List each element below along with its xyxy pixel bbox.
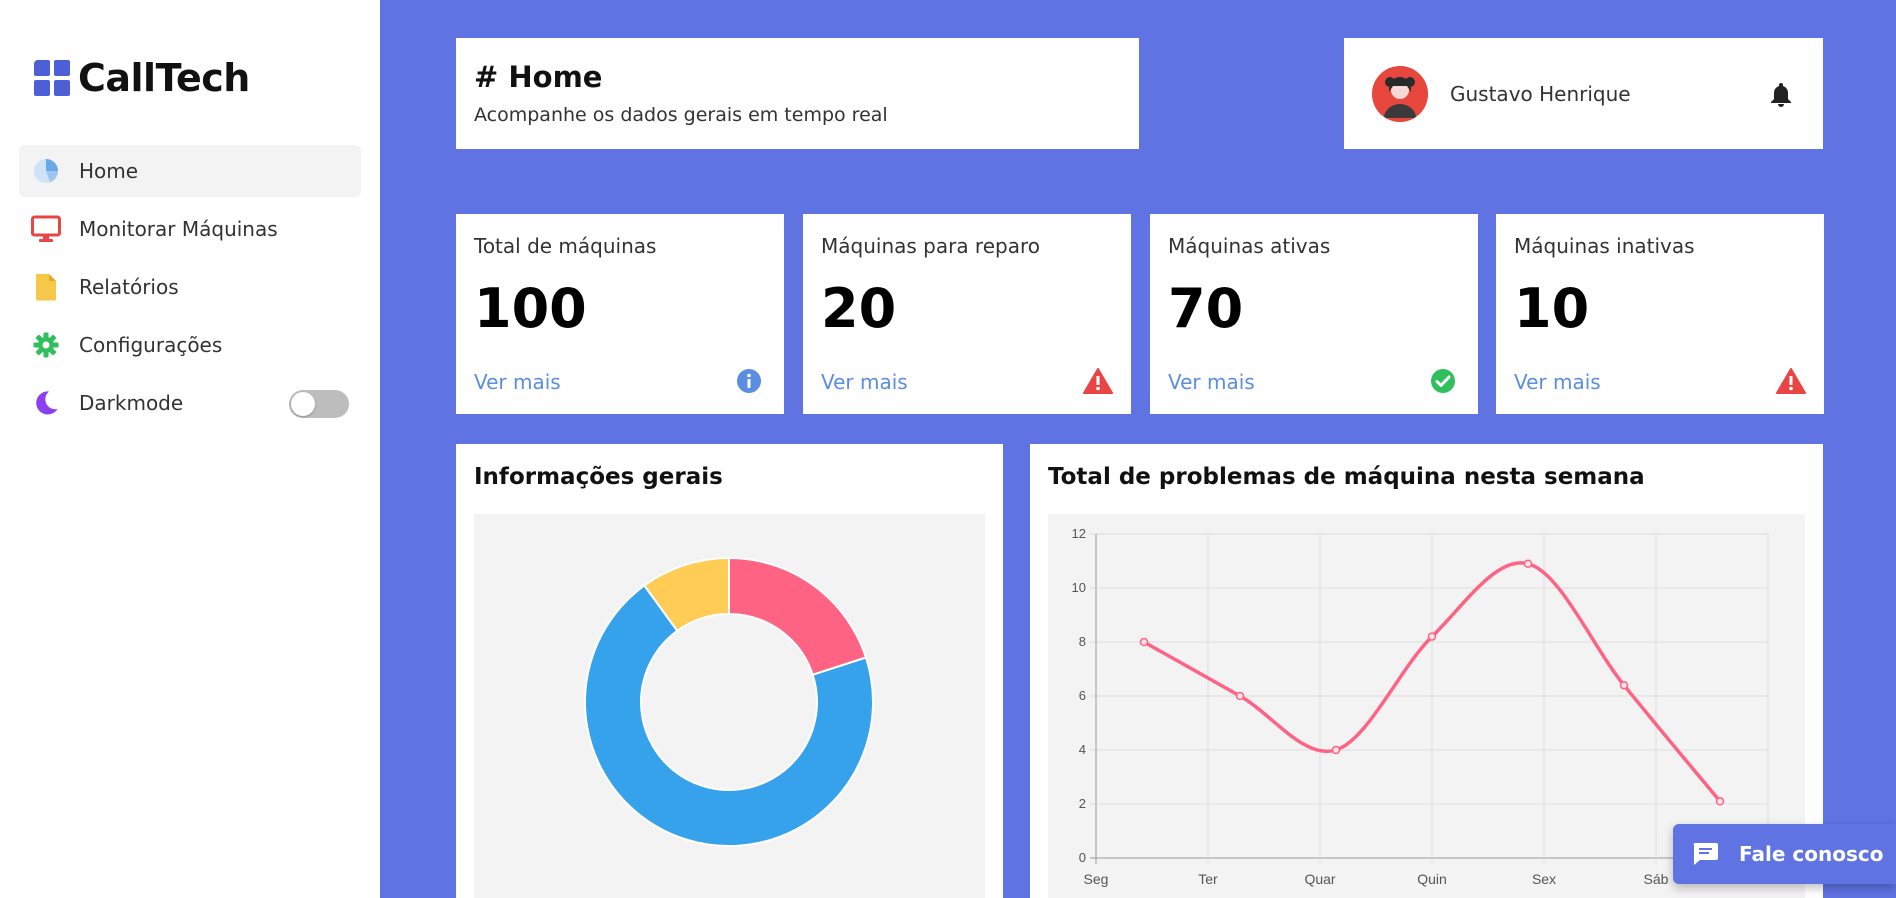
y-tick-label: 8 [1079,634,1086,649]
x-tick-label: Sex [1532,871,1556,887]
panel-title: Informações gerais [474,464,723,490]
monitor-icon [31,214,61,244]
see-more-link[interactable]: Ver mais [1514,370,1601,394]
toggle-knob [291,392,315,416]
stat-label: Máquinas para reparo [821,234,1040,258]
user-card: Gustavo Henrique [1344,38,1823,149]
sidebar: CallTech Home Monitorar Máquinas Relatór… [0,0,380,898]
sidebar-item-label: Monitorar Máquinas [79,217,278,241]
stat-value: 10 [1514,277,1590,340]
sidebar-item-home[interactable]: Home [19,145,361,197]
warning-icon [1083,368,1113,396]
sidebar-item-label: Configurações [79,333,223,357]
sidebar-item-label: Relatórios [79,275,179,299]
user-name: Gustavo Henrique [1450,81,1631,106]
warning-icon [1776,368,1806,396]
logo-text: CallTech [78,56,250,100]
see-more-link[interactable]: Ver mais [821,370,908,394]
see-more-link[interactable]: Ver mais [474,370,561,394]
donut-slice[interactable] [728,556,868,677]
y-tick-label: 4 [1079,742,1086,757]
page-title: # Home [474,60,603,94]
y-tick-label: 6 [1079,688,1086,703]
stat-label: Total de máquinas [474,234,657,258]
data-point[interactable] [1331,745,1341,755]
x-tick-label: Quin [1417,871,1447,887]
sidebar-item-label: Home [79,159,139,183]
stat-label: Máquinas ativas [1168,234,1331,258]
data-point[interactable] [1139,637,1149,647]
stat-card-total: Total de máquinas 100 Ver mais [456,214,784,414]
y-tick-label: 2 [1079,796,1086,811]
sidebar-item-label: Darkmode [79,391,184,415]
x-tick-label: Ter [1198,871,1218,887]
stat-value: 20 [821,277,897,340]
data-point[interactable] [1427,632,1437,641]
avatar[interactable] [1372,65,1428,122]
see-more-link[interactable]: Ver mais [1168,370,1255,394]
y-tick-label: 10 [1072,580,1086,595]
sidebar-item-darkmode: Darkmode [19,377,361,429]
gear-icon [31,330,61,360]
contact-button[interactable]: Fale conosco [1673,824,1896,884]
y-tick-label: 0 [1079,850,1086,865]
logo-icon [34,60,70,96]
sidebar-item-relatorios[interactable]: Relatórios [19,261,361,313]
darkmode-toggle[interactable] [289,390,349,418]
logo[interactable]: CallTech [34,56,250,100]
donut-chart-area [474,514,985,898]
data-point[interactable] [1235,691,1245,701]
page-subtitle: Acompanhe os dados gerais em tempo real [474,104,888,126]
x-tick-label: Quar [1304,871,1335,887]
main-content: # Home Acompanhe os dados gerais em temp… [380,0,1896,898]
check-circle-icon [1430,368,1458,396]
contact-button-label: Fale conosco [1739,842,1884,866]
chat-icon [1693,843,1718,865]
bell-icon[interactable] [1767,80,1795,108]
pie-chart-icon [31,156,61,186]
stat-value: 100 [474,277,587,340]
stat-card-inactive: Máquinas inativas 10 Ver mais [1496,214,1824,414]
general-info-panel: Informações gerais [456,444,1003,898]
sidebar-item-monitorar[interactable]: Monitorar Máquinas [19,203,361,255]
page-header: # Home Acompanhe os dados gerais em temp… [456,38,1139,149]
stat-label: Máquinas inativas [1514,234,1695,258]
data-point[interactable] [1619,680,1629,690]
stat-card-repair: Máquinas para reparo 20 Ver mais [803,214,1131,414]
info-icon [736,368,764,396]
document-icon [31,272,61,302]
y-tick-label: 12 [1072,526,1086,541]
data-point[interactable] [1523,559,1533,568]
sidebar-item-configuracoes[interactable]: Configurações [19,319,361,371]
sidebar-nav: Home Monitorar Máquinas Relatórios Confi… [19,145,361,435]
stat-value: 70 [1168,277,1244,340]
x-tick-label: Seg [1084,871,1109,887]
panel-title: Total de problemas de máquina nesta sema… [1048,464,1645,490]
stat-card-active: Máquinas ativas 70 Ver mais [1150,214,1478,414]
moon-icon [31,388,61,418]
x-tick-label: Sáb [1644,871,1669,887]
donut-chart [584,556,874,847]
data-point[interactable] [1715,797,1725,806]
